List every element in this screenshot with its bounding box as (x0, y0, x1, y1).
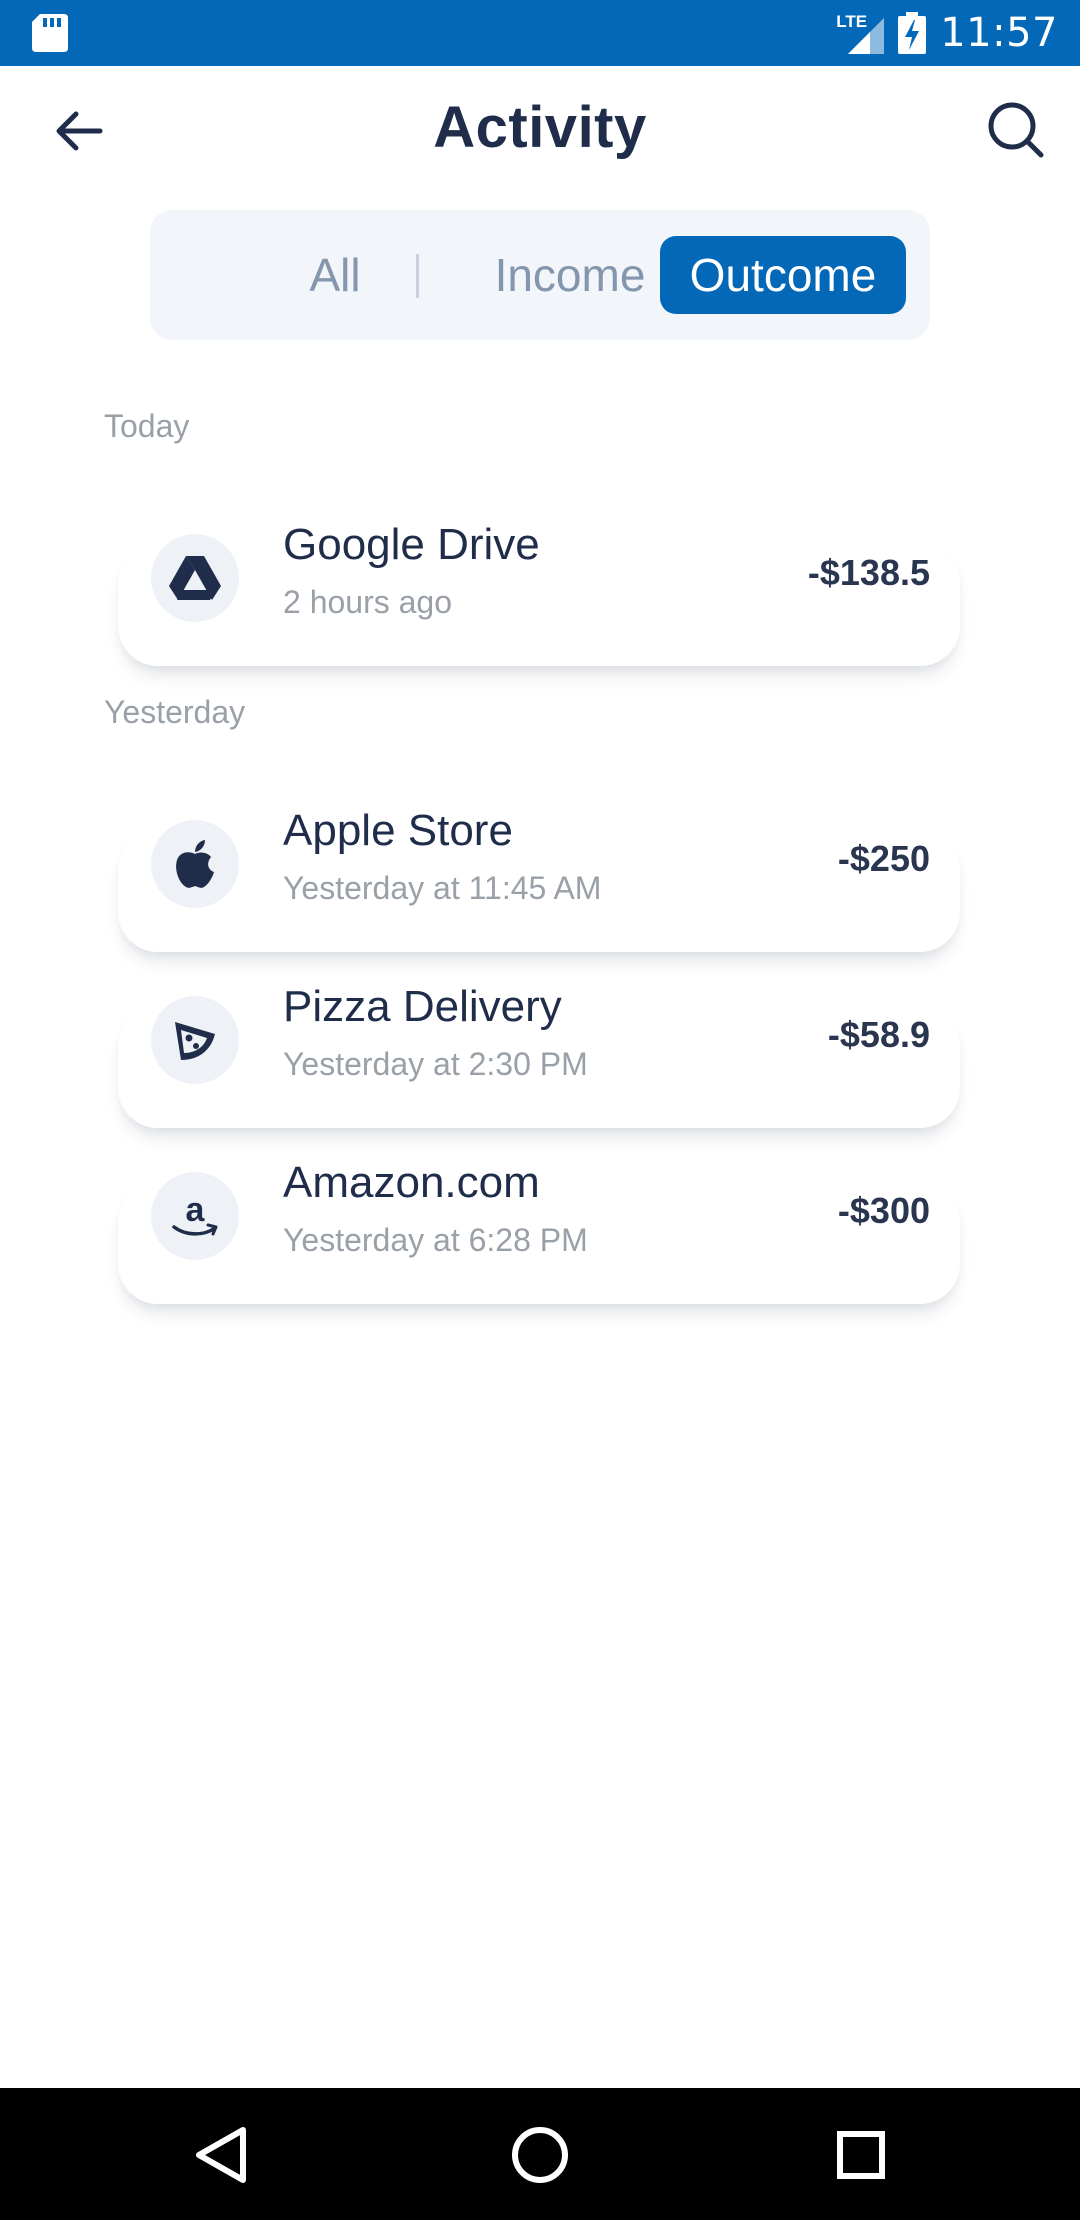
search-button[interactable] (980, 94, 1052, 166)
app-header: Activity (0, 66, 1080, 196)
circle-home-icon (512, 2127, 568, 2183)
transaction-amount: -$58.9 (827, 1014, 930, 1055)
nav-back-button[interactable] (176, 2110, 266, 2200)
section-label-yesterday: Yesterday (104, 694, 246, 730)
transaction-name: Apple Store (283, 806, 513, 855)
system-navigation-bar (0, 2088, 1080, 2220)
transaction-name: Pizza Delivery (283, 982, 562, 1031)
transaction-amount: -$300 (837, 1190, 930, 1231)
status-time: 11:57 (940, 10, 1058, 56)
signal-icon: LTE (836, 12, 885, 54)
transaction-row[interactable]: Apple Store Yesterday at 11:45 AM -$250 (118, 806, 960, 952)
transaction-time: Yesterday at 6:28 PM (283, 1222, 588, 1258)
apple-icon (151, 820, 239, 908)
svg-text:a: a (186, 1191, 206, 1229)
pizza-icon (151, 996, 239, 1084)
transaction-amount: -$250 (837, 838, 930, 879)
transaction-row[interactable]: Google Drive 2 hours ago -$138.5 (118, 520, 960, 666)
triangle-back-icon (196, 2127, 246, 2183)
transaction-name: Google Drive (283, 520, 540, 569)
amazon-icon: a (151, 1172, 239, 1260)
tab-divider (416, 254, 419, 298)
google-drive-icon (151, 534, 239, 622)
transaction-time: 2 hours ago (283, 584, 453, 620)
transaction-row[interactable]: Pizza Delivery Yesterday at 2:30 PM -$58… (118, 982, 960, 1128)
transaction-name: Amazon.com (283, 1158, 540, 1207)
activity-filter-tabs: All Income Outcome (150, 210, 930, 340)
tab-all[interactable]: All (260, 210, 410, 340)
sd-card-icon (32, 14, 68, 52)
square-recents-icon (837, 2131, 885, 2179)
transaction-row[interactable]: a Amazon.com Yesterday at 6:28 PM -$300 (118, 1158, 960, 1304)
nav-home-button[interactable] (495, 2110, 585, 2200)
battery-charging-icon (898, 12, 927, 54)
section-label-today: Today (104, 408, 190, 444)
transaction-time: Yesterday at 11:45 AM (283, 870, 602, 906)
tab-income[interactable]: Income (450, 210, 690, 340)
page-title: Activity (433, 95, 647, 160)
nav-recents-button[interactable] (816, 2110, 906, 2200)
transaction-amount: -$138.5 (807, 552, 930, 593)
search-icon (988, 102, 1044, 158)
transaction-time: Yesterday at 2:30 PM (283, 1046, 588, 1082)
tab-outcome[interactable]: Outcome (660, 236, 906, 314)
status-bar: LTE 11:57 (0, 0, 1080, 66)
